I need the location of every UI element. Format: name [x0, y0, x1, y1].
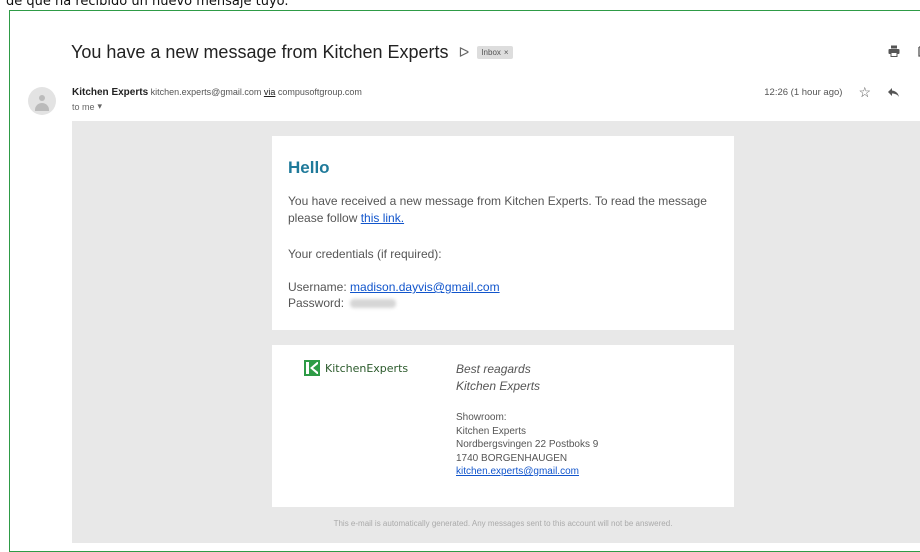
sender-name[interactable]: Kitchen Experts	[72, 87, 148, 98]
more-vertical-icon[interactable]: ⋮	[916, 84, 920, 101]
password-label: Password:	[288, 296, 345, 310]
address-city: 1740 BORGENHAUGEN	[456, 452, 568, 464]
username-link[interactable]: madison.dayvis@gmail.com	[350, 280, 500, 294]
showroom-address: Showroom: Kitchen Experts Nordbergsvinge…	[456, 411, 598, 479]
logo-text: KitchenExperts	[325, 361, 409, 375]
chevron-down-icon[interactable]: ▾	[98, 101, 103, 112]
kitchen-experts-logo-icon	[304, 360, 320, 376]
email-subject-row: You have a new message from Kitchen Expe…	[71, 42, 513, 63]
username-label: Username:	[288, 280, 347, 294]
importance-marker-icon[interactable]: ᐅ	[459, 44, 470, 61]
email-view: You have a new message from Kitchen Expe…	[9, 10, 920, 552]
inbox-label-text: Inbox	[481, 48, 501, 57]
greeting: Hello	[288, 158, 330, 177]
address-company: Kitchen Experts	[456, 425, 527, 437]
message-time: 12:26 (1 hour ago)	[764, 87, 843, 98]
auto-generated-note: This e-mail is automatically generated. …	[333, 519, 673, 528]
message-body: Hello You have received a new message fr…	[72, 121, 920, 543]
sender-row: Kitchen Experts kitchen.experts@gmail.co…	[28, 84, 920, 118]
sender-email: kitchen.experts@gmail.com	[150, 87, 262, 97]
print-icon[interactable]	[888, 44, 900, 60]
to-text: to me	[72, 101, 95, 112]
message-link[interactable]: this link.	[361, 211, 404, 225]
password-redacted	[350, 299, 397, 309]
recipient-details-toggle[interactable]: to me ▾	[72, 101, 102, 112]
closing-text: Best reagards	[456, 362, 531, 376]
email-subject: You have a new message from Kitchen Expe…	[71, 42, 449, 62]
star-icon[interactable]: ☆	[858, 84, 871, 101]
reply-icon[interactable]	[887, 85, 900, 101]
intro-text: You have received a new message from Kit…	[288, 194, 707, 225]
via-domain: compusoftgroup.com	[277, 87, 362, 97]
inbox-label-chip[interactable]: Inbox ×	[477, 46, 513, 59]
caption-text: de que ha recibido un nuevo mensaje tuyo…	[6, 0, 289, 9]
signature-card: KitchenExperts Best reagards Kitchen Exp…	[272, 345, 734, 507]
message-card: Hello You have received a new message fr…	[272, 136, 734, 330]
company-logo: KitchenExperts	[304, 360, 408, 376]
intro-paragraph: You have received a new message from Kit…	[288, 193, 728, 227]
address-street: Nordbergsvingen 22 Postboks 9	[456, 439, 599, 450]
via-link[interactable]: via	[264, 87, 276, 97]
sender-line: Kitchen Experts kitchen.experts@gmail.co…	[72, 87, 362, 98]
credentials-block: Username: madison.dayvis@gmail.com Passw…	[288, 279, 500, 311]
signature-closing: Best reagards Kitchen Experts	[456, 361, 540, 395]
top-actions	[888, 44, 920, 60]
message-meta: 12:26 (1 hour ago) ☆ ⋮	[764, 84, 920, 101]
credentials-label: Your credentials (if required):	[288, 247, 442, 261]
avatar[interactable]	[28, 87, 56, 115]
signature-email-link[interactable]: kitchen.experts@gmail.com	[456, 466, 579, 477]
showroom-label: Showroom:	[456, 412, 507, 423]
remove-label-icon[interactable]: ×	[504, 48, 509, 57]
closing-company: Kitchen Experts	[456, 379, 541, 393]
